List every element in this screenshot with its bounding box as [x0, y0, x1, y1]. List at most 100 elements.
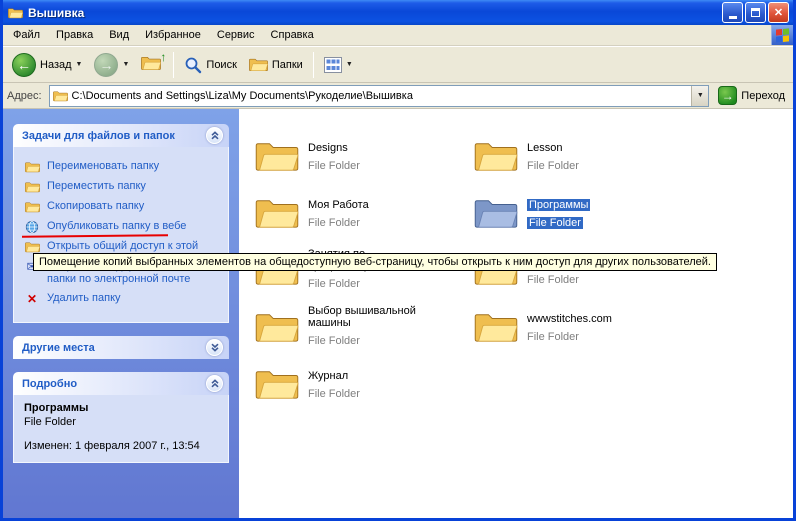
search-button[interactable]: Поиск	[179, 53, 241, 77]
file-item-zhurnal[interactable]: Журнал File Folder	[255, 355, 460, 412]
delete-icon: ✕	[24, 292, 40, 306]
other-places-header[interactable]: Другие места	[13, 336, 229, 359]
close-button[interactable]: ✕	[768, 2, 789, 23]
chevron-down-icon: ▼	[697, 92, 704, 99]
address-folder-icon	[53, 90, 68, 102]
chevron-up-icon	[210, 131, 220, 140]
file-item-moya-rabota[interactable]: Моя Работа File Folder	[255, 184, 460, 241]
file-folder-tasks-header[interactable]: Задачи для файлов и папок	[13, 124, 229, 147]
views-icon	[324, 57, 342, 73]
file-folder-tasks-body: Переименовать папку Переместить папку Ск…	[13, 147, 229, 323]
file-type: File Folder	[527, 331, 579, 343]
search-icon	[184, 56, 202, 74]
back-dropdown-icon[interactable]: ▼	[76, 61, 83, 68]
search-label: Поиск	[206, 59, 236, 71]
task-move-folder[interactable]: Переместить папку	[24, 180, 222, 194]
file-name: Выбор вышивальной машины	[308, 305, 460, 329]
details-folder-type: File Folder	[24, 416, 222, 428]
file-item-wwwstitches[interactable]: wwwstitches.comFile Folder	[474, 298, 679, 355]
file-name: Моя Работа	[308, 199, 369, 211]
address-dropdown-button[interactable]: ▼	[691, 86, 708, 106]
file-type: File Folder	[308, 278, 360, 290]
folder-icon	[474, 139, 518, 173]
folder-icon	[474, 310, 518, 344]
window-folder-icon	[8, 7, 23, 19]
task-label: Удалить папку	[47, 292, 121, 305]
file-type: File Folder	[308, 217, 360, 229]
task-label: Опубликовать папку в вебе	[47, 220, 186, 233]
red-underline-annotation	[22, 234, 168, 238]
folders-icon	[249, 57, 268, 72]
expand-button[interactable]	[206, 339, 223, 356]
file-name: Программы	[527, 199, 590, 211]
folder-icon	[255, 367, 299, 401]
file-item-programmy-selected[interactable]: ПрограммыFile Folder	[474, 184, 679, 241]
task-rename-folder[interactable]: Переименовать папку	[24, 160, 222, 174]
task-share-folder[interactable]: Открыть общий доступ к этой	[24, 240, 222, 254]
chevron-up-icon	[210, 379, 220, 388]
titlebar: Вышивка ✕	[3, 0, 793, 25]
up-button[interactable]: ↑	[136, 52, 168, 78]
details-folder-name: Программы	[24, 402, 222, 414]
share-folder-icon	[24, 240, 40, 254]
file-item-vybor-mashiny[interactable]: Выбор вышивальной машины File Folder	[255, 298, 460, 355]
toolbar-separator	[313, 52, 314, 78]
file-type: File Folder	[527, 160, 579, 172]
collapse-button[interactable]	[206, 127, 223, 144]
file-item-lesson[interactable]: Lesson File Folder	[474, 127, 679, 184]
file-item-designs[interactable]: DesignsFile Folder	[255, 127, 460, 184]
forward-button[interactable]: → ▼	[89, 50, 134, 80]
address-input[interactable]	[72, 87, 688, 105]
rename-folder-icon	[24, 160, 40, 174]
task-label: Открыть общий доступ к этой	[47, 240, 198, 253]
file-folder-tasks-title: Задачи для файлов и папок	[22, 130, 175, 142]
menu-edit[interactable]: Правка	[48, 25, 101, 45]
menu-tools[interactable]: Сервис	[209, 25, 263, 45]
folder-icon	[255, 196, 299, 230]
windows-logo	[771, 25, 793, 45]
file-name: Designs	[308, 142, 348, 154]
file-type: File Folder	[527, 274, 579, 286]
window-title: Вышивка	[28, 6, 717, 20]
move-folder-icon	[24, 180, 40, 194]
file-name: Журнал	[308, 370, 348, 382]
address-bar: Адрес: ▼ → Переход	[3, 83, 793, 109]
go-button[interactable]: → Переход	[714, 86, 789, 105]
views-button[interactable]: ▼	[319, 54, 358, 76]
menu-file[interactable]: Файл	[5, 25, 48, 45]
task-delete-folder[interactable]: ✕ Удалить папку	[24, 292, 222, 306]
forward-dropdown-icon[interactable]: ▼	[122, 61, 129, 68]
views-dropdown-icon[interactable]: ▼	[346, 61, 353, 68]
details-title: Подробно	[22, 378, 77, 390]
folder-icon-selected	[474, 196, 518, 230]
back-button[interactable]: ← Назад ▼	[7, 50, 87, 80]
file-type: File Folder	[308, 388, 360, 400]
minimize-button[interactable]	[722, 2, 743, 23]
explorer-window: Вышивка ✕ Файл Правка Вид Избранное Серв…	[0, 0, 796, 521]
section-other-places: Другие места	[13, 336, 229, 359]
menubar: Файл Правка Вид Избранное Сервис Справка	[3, 25, 793, 46]
details-header[interactable]: Подробно	[13, 372, 229, 395]
folder-icon	[255, 310, 299, 344]
go-icon: →	[718, 86, 737, 105]
publish-web-icon	[24, 220, 40, 234]
task-copy-folder[interactable]: Скопировать папку	[24, 200, 222, 214]
file-type: File Folder	[308, 335, 360, 347]
section-file-folder-tasks: Задачи для файлов и папок Переименовать …	[13, 124, 229, 323]
maximize-button[interactable]	[745, 2, 766, 23]
file-name: Lesson	[527, 142, 562, 154]
back-label: Назад	[40, 59, 72, 71]
other-places-title: Другие места	[22, 342, 95, 354]
back-icon: ←	[12, 53, 36, 77]
folder-icon	[255, 139, 299, 173]
folders-label: Папки	[272, 59, 303, 71]
address-combo[interactable]: ▼	[49, 85, 710, 107]
menu-help[interactable]: Справка	[263, 25, 322, 45]
task-pane: Задачи для файлов и папок Переименовать …	[3, 109, 239, 518]
up-folder-icon: ↑	[141, 55, 163, 75]
folders-button[interactable]: Папки	[244, 54, 308, 75]
menu-view[interactable]: Вид	[101, 25, 137, 45]
collapse-button[interactable]	[206, 375, 223, 392]
task-publish-folder-web[interactable]: Опубликовать папку в вебе	[24, 220, 222, 234]
menu-favorites[interactable]: Избранное	[137, 25, 209, 45]
